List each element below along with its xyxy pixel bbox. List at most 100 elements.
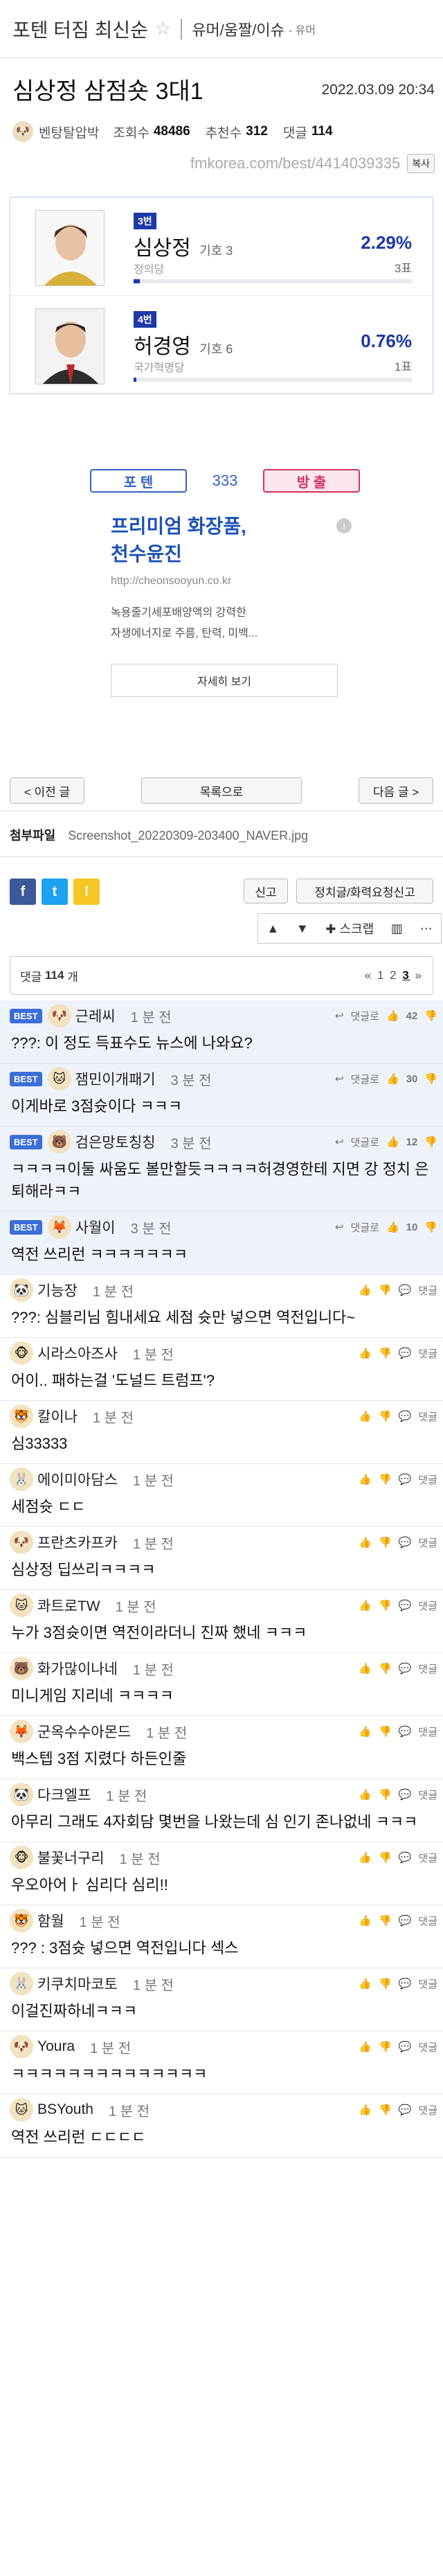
ad-detail-button[interactable]: 자세히 보기 (111, 664, 338, 697)
facebook-icon[interactable]: f (10, 879, 36, 905)
avatar[interactable]: 🐱 (10, 1594, 33, 1617)
comment-author[interactable]: 검은망토칭칭 (75, 1131, 156, 1152)
thumbs-up-icon[interactable]: 👍 (386, 1221, 399, 1233)
reply-icon[interactable]: ↩ (335, 1073, 344, 1085)
reply-label[interactable]: 댓글 (418, 1977, 437, 1991)
release-tag[interactable]: 방 출 (263, 469, 360, 493)
comment-author[interactable]: 기능장 (37, 1280, 78, 1300)
avatar[interactable]: 🐶 (10, 1530, 33, 1554)
reply-label[interactable]: 댓글 (418, 1914, 437, 1928)
thumbs-up-icon[interactable]: 👍 (359, 1599, 372, 1612)
avatar[interactable]: 🐵 (10, 1341, 33, 1365)
thumbs-down-icon[interactable]: 👎 (379, 1662, 392, 1675)
reply-icon[interactable]: 💬 (399, 2103, 412, 2116)
thumbs-down-icon[interactable]: 👎 (379, 2040, 392, 2053)
reply-label[interactable]: 댓글로 (351, 1009, 379, 1023)
comment-author[interactable]: 근레씨 (75, 1005, 116, 1026)
next-post-button[interactable]: 다음 글 > (359, 777, 433, 804)
thumbs-down-icon[interactable]: 👎 (379, 1473, 392, 1485)
copy-button[interactable]: 복사 (407, 154, 435, 173)
avatar[interactable]: 🐯 (10, 1404, 33, 1428)
reply-icon[interactable]: 💬 (399, 1473, 412, 1485)
comment-author[interactable]: 프란츠카프카 (37, 1532, 118, 1553)
reply-icon[interactable]: 💬 (399, 1725, 412, 1738)
more-icon[interactable]: ⋯ (420, 921, 433, 936)
star-icon[interactable]: ☆ (155, 18, 171, 39)
thumbs-up-icon[interactable]: 👍 (359, 1662, 372, 1675)
avatar[interactable]: 🐻 (47, 1130, 71, 1154)
reply-label[interactable]: 댓글 (418, 1598, 437, 1613)
reply-label[interactable]: 댓글 (418, 1346, 437, 1361)
comment-author[interactable]: 화가많이나네 (37, 1658, 118, 1679)
attachment-file[interactable]: Screenshot_20220309-203400_NAVER.jpg (68, 829, 308, 843)
pager-prev[interactable]: « (365, 969, 372, 982)
political-report-button[interactable]: 정치글/화력요청신고 (296, 879, 433, 903)
reply-icon[interactable]: 💬 (399, 1977, 412, 1990)
avatar[interactable]: 🐱 (10, 2098, 33, 2121)
scrap-button[interactable]: ✚ 스크랩 (325, 919, 374, 937)
reply-icon[interactable]: ↩ (335, 1136, 344, 1148)
avatar[interactable]: 🐰 (10, 1972, 33, 1995)
board-sub-link[interactable]: - 유머 (289, 21, 316, 37)
thumbs-down-icon[interactable]: 👎 (379, 1284, 392, 1296)
thumbs-up-icon[interactable]: 👍 (359, 1473, 372, 1485)
comment-author[interactable]: 콰트로TW (37, 1595, 100, 1616)
reply-icon[interactable]: ↩ (335, 1009, 344, 1022)
thumbs-up-icon[interactable]: 👍 (359, 1410, 372, 1422)
list-button[interactable]: 목록으로 (141, 777, 302, 804)
avatar[interactable]: 🐶 (10, 2035, 33, 2058)
comment-author[interactable]: 함월 (37, 1910, 64, 1931)
thumbs-up-icon[interactable]: 👍 (359, 2040, 372, 2053)
thumbs-up-icon[interactable]: 👍 (359, 1347, 372, 1359)
thumbs-up-icon[interactable]: 👍 (386, 1073, 399, 1085)
pager-page[interactable]: 1 (377, 969, 385, 982)
poten-tag[interactable]: 포 텐 (90, 469, 187, 493)
reply-label[interactable]: 댓글 (418, 1851, 437, 1865)
reply-label[interactable]: 댓글로 (351, 1220, 379, 1235)
thumbs-up-icon[interactable]: 👍 (359, 1536, 372, 1549)
reply-icon[interactable]: 💬 (399, 1410, 412, 1422)
pager-next[interactable]: » (415, 969, 423, 982)
chart-icon[interactable]: ▥ (391, 921, 403, 936)
comment-author[interactable]: 불꽃너구리 (37, 1847, 105, 1868)
pager-current[interactable]: 3 (402, 969, 410, 982)
thumbs-down-icon[interactable]: 👎 (379, 1788, 392, 1801)
thumbs-down-icon[interactable]: 👎 (379, 1599, 392, 1612)
scroll-down-icon[interactable]: ▼ (296, 921, 309, 936)
thumbs-up-icon[interactable]: 👍 (359, 1914, 372, 1927)
comment-author[interactable]: 사월이 (75, 1217, 116, 1237)
comment-author[interactable]: 군옥수수아몬드 (37, 1721, 131, 1742)
ad-headline-2[interactable]: 천수윤진 (111, 540, 339, 568)
reply-icon[interactable]: 💬 (399, 1914, 412, 1927)
avatar[interactable]: 🐱 (47, 1067, 71, 1091)
info-icon[interactable]: i (336, 518, 352, 533)
reply-icon[interactable]: 💬 (399, 1662, 412, 1675)
pager-page[interactable]: 2 (390, 969, 397, 982)
thumbs-down-icon[interactable]: 👎 (424, 1073, 437, 1085)
avatar[interactable]: 🦊 (47, 1215, 71, 1239)
comment-author[interactable]: 시라스아즈사 (37, 1343, 118, 1364)
reply-icon[interactable]: 💬 (399, 1851, 412, 1864)
comment-author[interactable]: 잼민이개패기 (75, 1068, 156, 1089)
reply-label[interactable]: 댓글 (418, 1661, 437, 1676)
prev-post-button[interactable]: < 이전 글 (10, 777, 84, 804)
reply-label[interactable]: 댓글 (418, 1283, 437, 1298)
comment-author[interactable]: 키쿠치마코토 (37, 1973, 118, 1994)
thumbs-down-icon[interactable]: 👎 (379, 2103, 392, 2116)
thumbs-down-icon[interactable]: 👎 (379, 1977, 392, 1990)
avatar[interactable]: 🦊 (10, 1720, 33, 1743)
avatar[interactable]: 🐼 (10, 1278, 33, 1302)
reply-icon[interactable]: ↩ (335, 1221, 344, 1233)
ad-headline[interactable]: 프리미엄 화장품, (111, 513, 339, 540)
comment-author[interactable]: BSYouth (37, 2101, 93, 2118)
reply-label[interactable]: 댓글 (418, 2103, 437, 2117)
ad-url[interactable]: http://cheonsooyun.co.kr (111, 575, 339, 588)
thumbs-down-icon[interactable]: 👎 (379, 1536, 392, 1549)
thumbs-down-icon[interactable]: 👎 (424, 1009, 437, 1022)
ad-box[interactable]: i 프리미엄 화장품, 천수윤진 http://cheonsooyun.co.k… (90, 496, 360, 697)
twitter-icon[interactable]: t (42, 879, 68, 905)
thumbs-up-icon[interactable]: 👍 (359, 1851, 372, 1864)
category-title[interactable]: 포텐 터짐 최신순 (12, 15, 148, 43)
report-button[interactable]: 신고 (244, 879, 288, 903)
reply-icon[interactable]: 💬 (399, 1347, 412, 1359)
